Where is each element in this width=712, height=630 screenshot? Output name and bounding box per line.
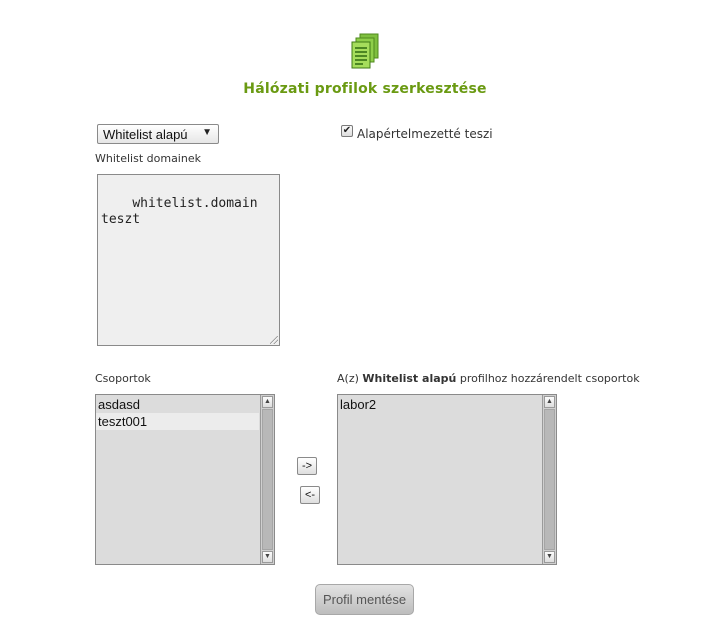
add-group-button[interactable]: -> — [297, 457, 317, 475]
list-item[interactable]: asdasd — [96, 396, 259, 413]
assigned-label-profile: Whitelist alapú — [362, 372, 457, 385]
list-item[interactable]: teszt001 — [96, 413, 259, 430]
scroll-down-icon[interactable]: ▼ — [262, 551, 273, 563]
scroll-up-icon[interactable]: ▲ — [262, 396, 273, 408]
groups-scrollbar[interactable]: ▲ ▼ — [260, 395, 274, 564]
whitelist-domains-label: Whitelist domainek — [95, 152, 201, 165]
assigned-label-prefix: A(z) — [337, 372, 363, 385]
whitelist-domains-textarea[interactable]: whitelist.domain teszt — [97, 174, 280, 346]
remove-group-button[interactable]: <- — [300, 486, 320, 504]
groups-listbox[interactable]: asdasd teszt001 ▲ ▼ — [95, 394, 275, 565]
scroll-track[interactable] — [544, 409, 555, 550]
page-title: Hálózati profilok szerkesztése — [243, 81, 487, 97]
groups-label: Csoportok — [95, 372, 151, 385]
save-profile-button[interactable]: Profil mentése — [315, 584, 414, 615]
profile-type-select[interactable]: Whitelist alapú ▼ — [97, 124, 219, 144]
profile-type-value: Whitelist alapú — [103, 127, 188, 142]
assigned-groups-listbox[interactable]: labor2 ▲ ▼ — [337, 394, 557, 565]
assigned-label-suffix: profilhoz hozzárendelt csoportok — [456, 372, 640, 385]
resize-grip-icon[interactable] — [270, 336, 278, 344]
documents-icon — [351, 33, 379, 69]
assigned-groups-label: A(z) Whitelist alapú profilhoz hozzárend… — [337, 372, 640, 385]
whitelist-domains-value: whitelist.domain teszt — [101, 196, 258, 227]
scroll-down-icon[interactable]: ▼ — [544, 551, 555, 563]
default-profile-label: Alapértelmezetté teszi — [357, 127, 493, 141]
default-profile-checkbox[interactable]: ✔ — [341, 125, 353, 137]
scroll-up-icon[interactable]: ▲ — [544, 396, 555, 408]
profile-editor-page: Hálózati profilok szerkesztése Whitelist… — [0, 0, 712, 630]
chevron-down-icon: ▼ — [202, 127, 212, 138]
assigned-scrollbar[interactable]: ▲ ▼ — [542, 395, 556, 564]
scroll-track[interactable] — [262, 409, 273, 550]
list-item[interactable]: labor2 — [338, 396, 501, 413]
